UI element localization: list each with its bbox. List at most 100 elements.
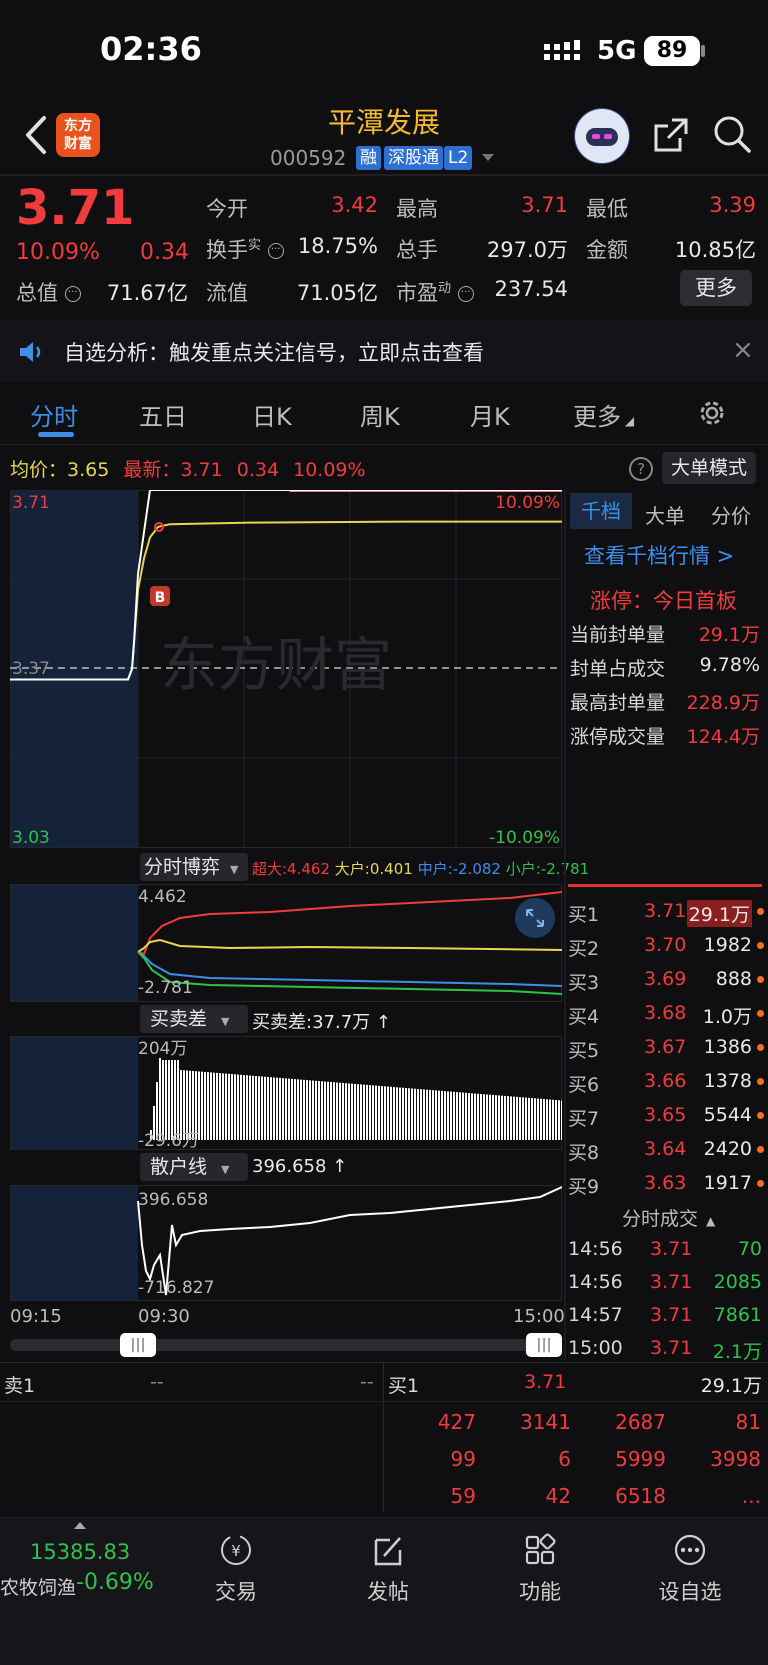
bid-volume: 2420: [703, 1138, 752, 1160]
more-button[interactable]: 更多: [680, 270, 752, 306]
level2-tag[interactable]: L2: [444, 146, 473, 170]
index-pct[interactable]: -0.69%: [76, 1570, 154, 1595]
bid-row[interactable]: 买4 3.68 1.0万: [568, 998, 764, 1032]
diff-bar: [531, 1098, 533, 1140]
pre-market-shade: [10, 884, 138, 1002]
index-value[interactable]: 15385.83: [30, 1540, 130, 1564]
order-dot: [757, 1146, 764, 1153]
nav-add-watchlist[interactable]: 设自选: [640, 1532, 740, 1606]
back-arrow-icon[interactable]: [22, 112, 48, 158]
bid-row[interactable]: 买1 3.71 29.1万: [568, 896, 764, 930]
bid-row[interactable]: 买7 3.65 5544: [568, 1100, 764, 1134]
nav-post[interactable]: 发帖: [338, 1532, 438, 1606]
diff-bar: [474, 1093, 476, 1140]
pe-label[interactable]: 市盈动 ···: [396, 277, 474, 307]
depth-detail-link[interactable]: 查看千档行情 >: [584, 540, 734, 570]
queue-order: 3998: [710, 1447, 761, 1471]
diff-bar: [315, 1080, 317, 1140]
latest-pct: 10.09%: [293, 459, 366, 481]
trade-price: 3.71: [650, 1271, 693, 1293]
diff-panel-dropdown[interactable]: 买卖差 ▼: [140, 1005, 248, 1033]
seal-value: 9.78%: [699, 654, 760, 676]
game-panel-dropdown[interactable]: 分时博弈 ▼: [140, 853, 248, 881]
nav-functions[interactable]: 功能: [490, 1532, 590, 1606]
sell1-volume: --: [360, 1371, 374, 1393]
big-order-mode-button[interactable]: 大单模式: [662, 452, 756, 484]
connect-tag[interactable]: 深股通: [384, 146, 443, 170]
close-icon[interactable]: ×: [732, 335, 754, 365]
tab-daily-k[interactable]: 日K: [252, 397, 292, 432]
side-tab-depth[interactable]: 千档: [570, 493, 632, 529]
diff-bar: [183, 1070, 185, 1140]
notice-text[interactable]: 自选分析：触发重点关注信号，立即点击查看: [64, 337, 484, 367]
retail-panel-dropdown[interactable]: 散户线 ▼: [140, 1153, 248, 1181]
margin-tag[interactable]: 融: [356, 146, 381, 170]
expand-up-icon[interactable]: [74, 1522, 86, 1529]
range-handle-left[interactable]: |||: [120, 1333, 156, 1357]
bid-price: 3.71: [644, 900, 687, 922]
bid-volume: 29.1万: [686, 900, 752, 927]
bid-row[interactable]: 买9 3.63 1917: [568, 1168, 764, 1202]
nav-trade[interactable]: ¥ 交易: [186, 1532, 286, 1606]
info-icon[interactable]: ···: [457, 286, 474, 302]
buy-sell-diff-chart[interactable]: 204万 -29.6万: [10, 1036, 562, 1150]
retail-line-chart[interactable]: 396.658 -716.827: [10, 1185, 562, 1301]
search-icon[interactable]: [712, 114, 752, 154]
bid-row[interactable]: 买5 3.67 1386: [568, 1032, 764, 1066]
seal-value: 29.1万: [698, 624, 760, 646]
turnover-label[interactable]: 换手实 ···: [206, 234, 284, 264]
mktcap-value: 71.67亿: [106, 281, 188, 305]
info-icon[interactable]: ···: [64, 286, 81, 302]
trade-time: 14:56: [568, 1238, 623, 1260]
share-icon[interactable]: [652, 116, 690, 154]
diff-bars: [150, 1058, 562, 1140]
money-flow-chart[interactable]: 4.462 -2.781: [10, 884, 562, 1002]
seal-value: 124.4万: [686, 726, 760, 748]
diff-bar: [339, 1082, 341, 1140]
robot-assistant-avatar[interactable]: [574, 108, 630, 164]
trade-price: 3.71: [650, 1337, 693, 1359]
range-handle-right[interactable]: |||: [526, 1333, 562, 1357]
bid-row[interactable]: 买3 3.69 888: [568, 964, 764, 998]
trades-header[interactable]: 分时成交 ▲: [622, 1204, 715, 1231]
diff-bar: [561, 1100, 562, 1140]
tab-monthly-k[interactable]: 月K: [470, 397, 510, 432]
tab-weekly-k[interactable]: 周K: [360, 397, 400, 432]
tab-more[interactable]: 更多 ◢: [573, 397, 634, 432]
bid-row[interactable]: 买6 3.66 1378: [568, 1066, 764, 1100]
intraday-price-chart[interactable]: 东方财富 B 3.71 3.37 3.03 10.09% -10.09%: [10, 490, 562, 848]
float-label: 流值: [206, 281, 248, 305]
mktcap-label[interactable]: 总值 ···: [16, 277, 81, 307]
queue-order: 81: [735, 1410, 761, 1434]
tab-5day[interactable]: 五日: [139, 397, 187, 432]
expand-button[interactable]: [515, 898, 555, 938]
edit-icon: [374, 1537, 402, 1566]
price-axis-mid: 3.37: [12, 659, 50, 679]
side-tab-price-dist[interactable]: 分价: [711, 500, 751, 529]
diff-bar: [270, 1077, 272, 1140]
gear-icon[interactable]: [696, 397, 728, 429]
chevron-down-icon[interactable]: [482, 154, 494, 161]
time-range-slider[interactable]: [10, 1339, 562, 1351]
diff-bar: [444, 1091, 446, 1140]
tab-intraday[interactable]: 分时: [30, 397, 78, 432]
open-label: 今开: [206, 197, 248, 221]
side-tab-big-order[interactable]: 大单: [645, 500, 685, 529]
bid-row[interactable]: 买2 3.70 1982: [568, 930, 764, 964]
diff-bar: [555, 1100, 557, 1140]
diff-bar: [375, 1085, 377, 1140]
index-name[interactable]: 农牧饲渔: [0, 1573, 76, 1600]
diff-bar: [333, 1082, 335, 1140]
help-icon[interactable]: ?: [629, 457, 653, 481]
stock-name[interactable]: 平潭发展: [250, 101, 518, 141]
bid-volume: 1.0万: [702, 1006, 752, 1028]
latest-change: 0.34: [236, 459, 280, 481]
diff-bar: [558, 1100, 560, 1140]
diff-bar: [510, 1096, 512, 1140]
info-icon[interactable]: ···: [267, 243, 284, 259]
turnover-value: 18.75%: [297, 234, 378, 258]
stock-code: 000592: [270, 146, 347, 170]
bid-price: 3.68: [644, 1002, 687, 1024]
bid-row[interactable]: 买8 3.64 2420: [568, 1134, 764, 1168]
diff-bar: [453, 1091, 455, 1140]
